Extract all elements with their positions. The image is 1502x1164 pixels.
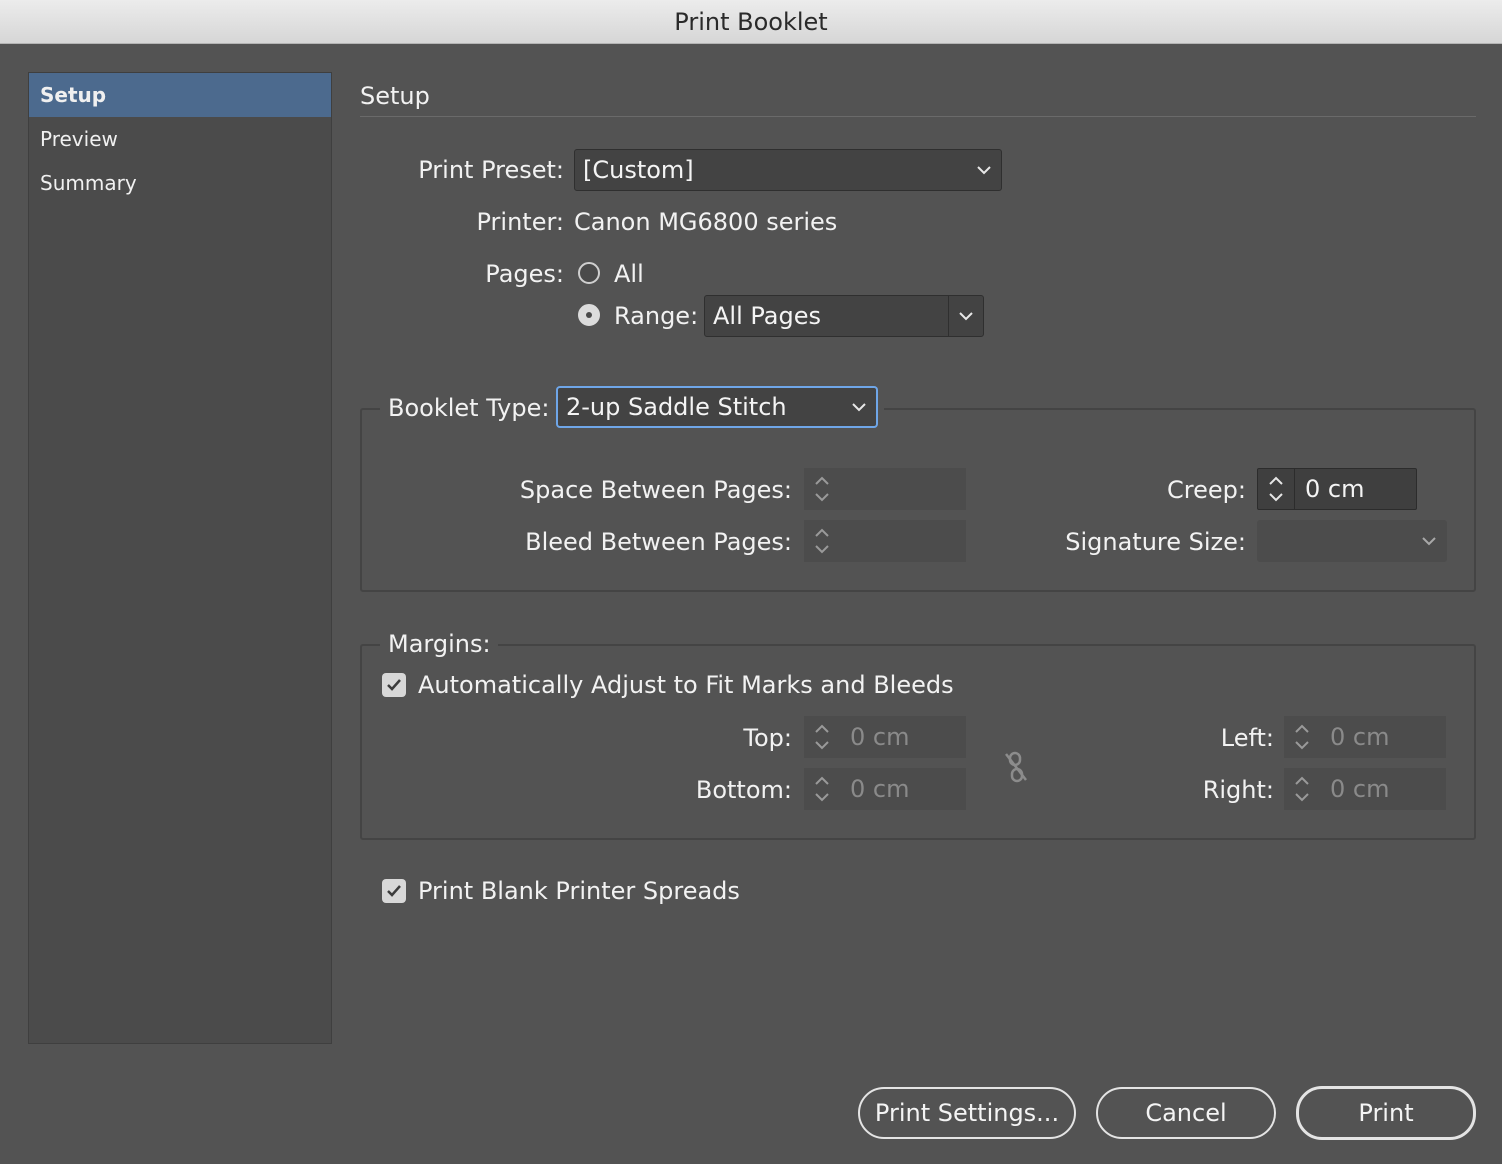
margin-right-stepper[interactable]: 0 cm bbox=[1284, 768, 1446, 810]
checkmark-icon bbox=[387, 885, 401, 897]
creep-label: Creep: bbox=[1167, 476, 1246, 504]
print-button[interactable]: Print bbox=[1296, 1086, 1476, 1140]
cancel-button[interactable]: Cancel bbox=[1096, 1087, 1276, 1139]
printer-value: Canon MG6800 series bbox=[574, 208, 838, 236]
pages-range-radio[interactable] bbox=[578, 304, 600, 326]
pages-label: Pages: bbox=[485, 260, 564, 288]
sidebar-item-preview[interactable]: Preview bbox=[29, 117, 331, 161]
pages-all-radio[interactable] bbox=[578, 262, 600, 284]
window-title: Print Booklet bbox=[674, 7, 828, 36]
bleed-between-pages-stepper[interactable] bbox=[804, 520, 966, 562]
margins-label: Margins: bbox=[388, 630, 491, 658]
sidebar: Setup Preview Summary bbox=[28, 72, 332, 1044]
stepper-arrows-icon[interactable] bbox=[804, 716, 840, 758]
stepper-arrows-icon[interactable] bbox=[1258, 469, 1295, 509]
chevron-down-icon bbox=[1412, 536, 1446, 546]
margin-left-value: 0 cm bbox=[1330, 723, 1390, 751]
print-settings-button-label: Print Settings... bbox=[874, 1099, 1060, 1127]
signature-size-dropdown[interactable] bbox=[1257, 520, 1447, 562]
creep-value: 0 cm bbox=[1305, 475, 1365, 503]
creep-stepper[interactable]: 0 cm bbox=[1257, 468, 1417, 510]
stepper-arrows-icon[interactable] bbox=[1284, 768, 1320, 810]
chevron-down-icon bbox=[967, 165, 1001, 175]
section-heading: Setup bbox=[360, 82, 430, 110]
sidebar-item-label: Summary bbox=[40, 171, 137, 195]
auto-adjust-checkbox[interactable] bbox=[382, 673, 406, 697]
bleed-between-pages-label: Bleed Between Pages: bbox=[525, 528, 792, 556]
window-title-bar: Print Booklet bbox=[0, 0, 1502, 44]
margin-top-value: 0 cm bbox=[850, 723, 910, 751]
printer-label: Printer: bbox=[476, 208, 564, 236]
sidebar-item-label: Setup bbox=[40, 83, 107, 107]
margin-bottom-label: Bottom: bbox=[695, 776, 792, 804]
checkmark-icon bbox=[387, 679, 401, 691]
print-preset-value: [Custom] bbox=[583, 156, 694, 184]
sidebar-item-label: Preview bbox=[40, 127, 118, 151]
margin-right-value: 0 cm bbox=[1330, 775, 1390, 803]
margin-left-stepper[interactable]: 0 cm bbox=[1284, 716, 1446, 758]
space-between-pages-stepper[interactable] bbox=[804, 468, 966, 510]
booklet-type-value: 2-up Saddle Stitch bbox=[566, 393, 787, 421]
margin-bottom-stepper[interactable]: 0 cm bbox=[804, 768, 966, 810]
pages-range-value: All Pages bbox=[713, 302, 821, 330]
stepper-arrows-icon[interactable] bbox=[804, 468, 840, 510]
booklet-type-label: Booklet Type: bbox=[388, 394, 550, 422]
section-divider bbox=[360, 116, 1476, 117]
pages-range-combobox[interactable]: All Pages bbox=[704, 295, 984, 337]
stepper-arrows-icon[interactable] bbox=[1284, 716, 1320, 758]
chevron-down-icon bbox=[948, 296, 983, 336]
broken-link-icon[interactable] bbox=[1002, 750, 1030, 788]
stepper-arrows-icon[interactable] bbox=[804, 520, 840, 562]
sidebar-item-setup[interactable]: Setup bbox=[29, 73, 331, 117]
booklet-type-dropdown[interactable]: 2-up Saddle Stitch bbox=[557, 387, 877, 427]
print-button-label: Print bbox=[1358, 1099, 1414, 1127]
sidebar-item-summary[interactable]: Summary bbox=[29, 161, 331, 205]
pages-range-label: Range: bbox=[614, 302, 699, 330]
print-preset-label: Print Preset: bbox=[418, 156, 564, 184]
pages-all-label: All bbox=[614, 260, 644, 288]
stepper-arrows-icon[interactable] bbox=[804, 768, 840, 810]
print-preset-dropdown[interactable]: [Custom] bbox=[574, 149, 1002, 191]
cancel-button-label: Cancel bbox=[1145, 1099, 1227, 1127]
space-between-pages-label: Space Between Pages: bbox=[519, 476, 792, 504]
margin-right-label: Right: bbox=[1202, 776, 1274, 804]
margin-top-stepper[interactable]: 0 cm bbox=[804, 716, 966, 758]
print-blank-spreads-checkbox[interactable] bbox=[382, 879, 406, 903]
margin-left-label: Left: bbox=[1220, 724, 1274, 752]
margin-bottom-value: 0 cm bbox=[850, 775, 910, 803]
signature-size-label: Signature Size: bbox=[1065, 528, 1246, 556]
chevron-down-icon bbox=[842, 402, 876, 412]
margin-top-label: Top: bbox=[743, 724, 792, 752]
print-settings-button[interactable]: Print Settings... bbox=[858, 1087, 1076, 1139]
print-blank-spreads-label: Print Blank Printer Spreads bbox=[418, 877, 740, 905]
auto-adjust-label: Automatically Adjust to Fit Marks and Bl… bbox=[418, 671, 954, 699]
